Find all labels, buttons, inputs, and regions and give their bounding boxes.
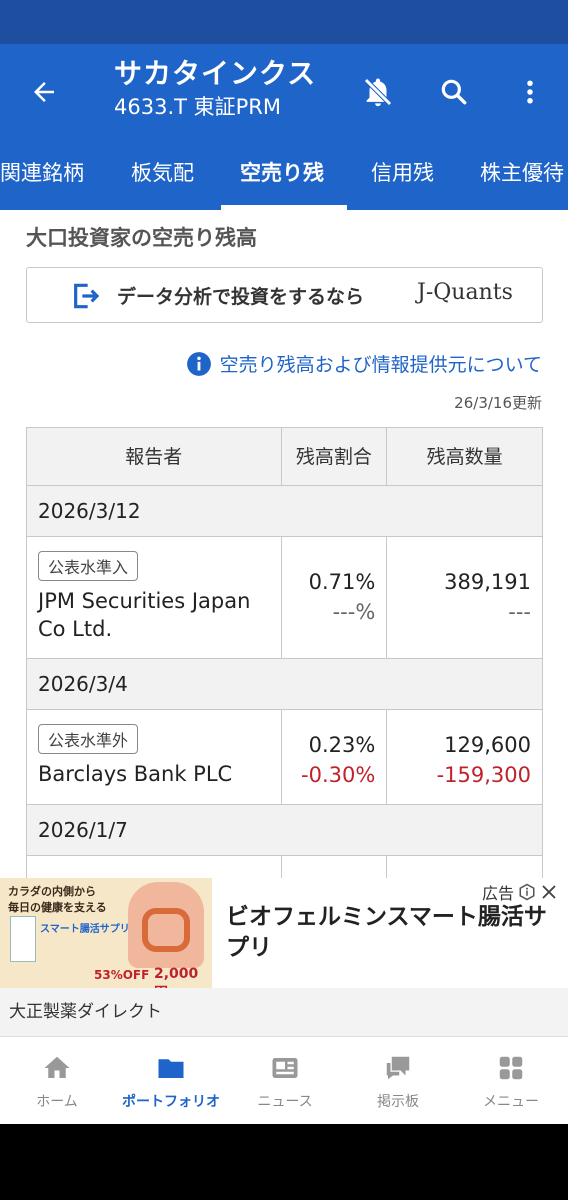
nav-label: 掲示板	[377, 1094, 419, 1110]
back-arrow-icon	[34, 82, 54, 102]
reporter-name: Barclays Bank PLC	[38, 762, 233, 786]
nav-label: ニュース	[257, 1094, 313, 1110]
jquants-banner[interactable]: データ分析で投資をするなら J-Quants	[26, 267, 543, 323]
quantity-change: ---	[508, 600, 531, 624]
ad-image-copy: カラダの内側から 毎日の健康を支える	[8, 884, 107, 916]
reporter-cell: 公表水準外 Barclays Bank PLC	[27, 710, 282, 805]
more-button[interactable]	[506, 68, 554, 116]
ratio-value: 0.71%	[308, 570, 376, 594]
header-reporter: 報告者	[27, 428, 282, 486]
ad-price: 2,000円	[154, 966, 199, 988]
bottom-nav: ホーム ポートフォリオ ニュース 掲示板 メニュー	[0, 1036, 568, 1124]
close-icon[interactable]	[540, 883, 558, 901]
tab-related[interactable]: 関連銘柄	[0, 136, 84, 210]
header-quantity: 残高数量	[387, 428, 543, 486]
ad-product-name: スマート腸活サプリ	[40, 924, 130, 935]
table-row[interactable]: 公表水準入 JPM Securities Japan Co Ltd. 0.71%…	[27, 537, 543, 659]
tab-short-selling[interactable]: 空売り残	[240, 136, 324, 210]
table-header: 報告者 残高割合 残高数量	[27, 428, 543, 486]
search-icon	[441, 79, 467, 105]
ratio-cell: 0.23% -0.30%	[281, 710, 388, 805]
system-navigation-bar	[0, 1124, 568, 1200]
back-button[interactable]	[22, 70, 66, 114]
banner-text: データ分析で投資をするなら	[117, 286, 365, 308]
date-row: 2026/3/12	[27, 486, 543, 537]
folder-icon	[158, 1059, 184, 1078]
ad-label[interactable]: 広告	[482, 880, 558, 904]
chat-icon	[386, 1056, 410, 1080]
status-badge: 公表水準入	[38, 551, 139, 581]
page-title: サカタインクス	[114, 57, 317, 90]
page-subtitle: 4633.T 東証PRM	[114, 95, 281, 119]
ratio-cell: 0.71% ---%	[281, 537, 388, 659]
news-icon	[272, 1058, 298, 1078]
nav-menu[interactable]: メニュー	[454, 1037, 568, 1125]
nav-home[interactable]: ホーム	[0, 1037, 114, 1125]
updated-date: 26/3/16更新	[454, 394, 542, 412]
date-row: 2026/1/7	[27, 805, 543, 856]
tab-bar: 関連銘柄 板気配 空売り残 信用残 株主優待	[0, 136, 568, 210]
title-block: サカタインクス 4633.T 東証PRM	[114, 56, 316, 122]
ad-image[interactable]: カラダの内側から 毎日の健康を支える スマート腸活サプリ 53%OFF 2,00…	[0, 878, 212, 988]
ad-discount: 53%OFF	[94, 968, 150, 982]
ratio-change: -0.30%	[301, 763, 376, 787]
tab-order-book[interactable]: 板気配	[131, 136, 194, 210]
nav-label: メニュー	[483, 1094, 539, 1110]
nav-board[interactable]: 掲示板	[341, 1037, 455, 1125]
status-badge: 公表水準外	[38, 724, 139, 754]
quantity-value: 389,191	[444, 570, 531, 594]
reporter-cell: 公表水準入 JPM Securities Japan Co Ltd.	[27, 537, 282, 659]
search-button[interactable]	[430, 68, 478, 116]
home-icon	[44, 1056, 70, 1078]
short-selling-table: 報告者 残高割合 残高数量 2026/3/12 公表水準入 JPM Securi…	[26, 427, 543, 896]
ad-product-box	[10, 916, 36, 962]
nav-portfolio[interactable]: ポートフォリオ	[114, 1037, 228, 1125]
bell-off-icon	[363, 77, 393, 107]
tab-shareholder-benefits[interactable]: 株主優待	[480, 136, 564, 210]
ad-advertiser[interactable]: 大正製薬ダイレクト	[0, 988, 568, 1036]
section-title: 大口投資家の空売り残高	[26, 226, 257, 250]
ad-image-line2: 毎日の健康を支える	[8, 901, 107, 914]
ratio-value: 0.23%	[308, 733, 376, 757]
quantity-change: -159,300	[436, 763, 531, 787]
status-bar	[0, 0, 568, 44]
table-row[interactable]: 公表水準外 Barclays Bank PLC 0.23% -0.30% 129…	[27, 710, 543, 805]
export-icon	[74, 283, 100, 309]
grid-icon	[499, 1056, 523, 1080]
ad-image-line1: カラダの内側から	[8, 885, 96, 898]
nav-label: ポートフォリオ	[122, 1094, 220, 1110]
date-row: 2026/3/4	[27, 659, 543, 710]
ad-intestine-illustration	[142, 908, 190, 952]
app-header: サカタインクス 4633.T 東証PRM	[0, 44, 568, 136]
header-ratio: 残高割合	[281, 428, 388, 486]
reporter-name: JPM Securities Japan Co Ltd.	[38, 589, 251, 641]
ratio-change: ---%	[332, 600, 376, 624]
banner-brand: J-Quants	[417, 280, 513, 305]
more-vertical-icon	[527, 80, 533, 104]
nav-label: ホーム	[36, 1094, 78, 1110]
ad-headline[interactable]: ビオフェルミンスマート腸活サプリ	[226, 902, 556, 964]
notification-off-button[interactable]	[354, 68, 402, 116]
quantity-cell: 389,191 ---	[387, 537, 543, 659]
quantity-value: 129,600	[444, 733, 531, 757]
nav-news[interactable]: ニュース	[228, 1037, 342, 1125]
adchoices-icon	[519, 883, 535, 901]
info-link[interactable]: 空売り残高および情報提供元について	[186, 350, 542, 377]
quantity-cell: 129,600 -159,300	[387, 710, 543, 805]
ad-label-text: 広告	[481, 884, 514, 903]
tab-margin[interactable]: 信用残	[371, 136, 434, 210]
info-icon	[186, 351, 211, 376]
ad-banner[interactable]: カラダの内側から 毎日の健康を支える スマート腸活サプリ 53%OFF 2,00…	[0, 878, 568, 988]
active-tab-indicator	[221, 205, 347, 210]
info-link-text: 空売り残高および情報提供元について	[219, 354, 542, 376]
